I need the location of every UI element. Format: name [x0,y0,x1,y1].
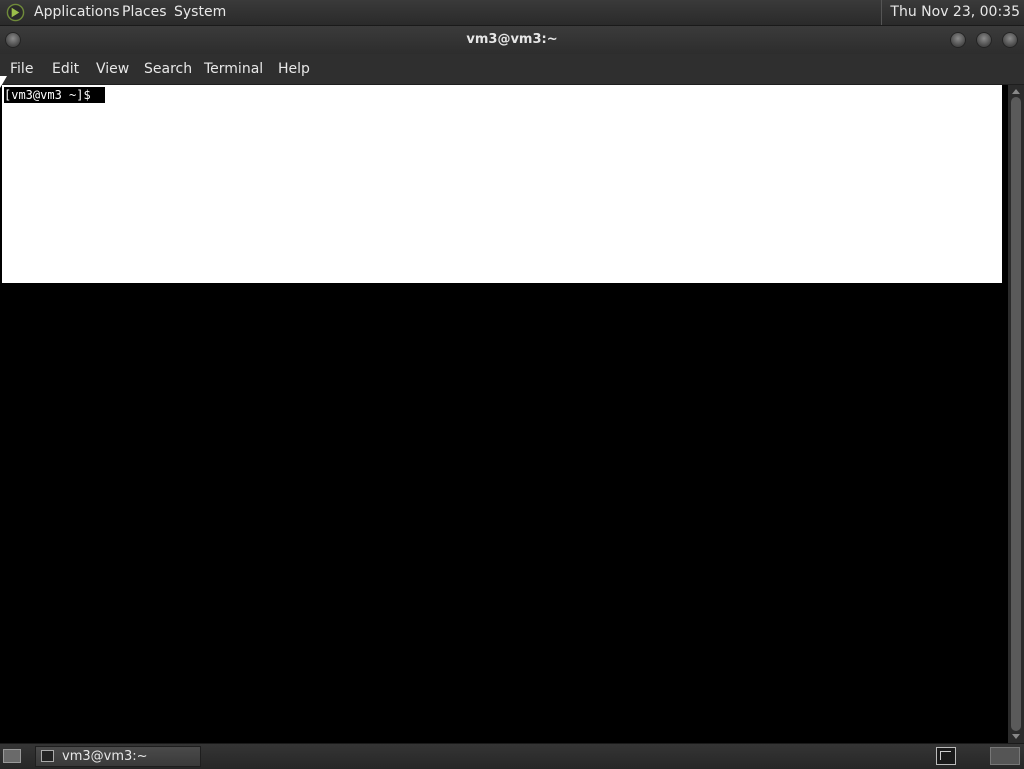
menu-search[interactable]: Search [144,54,192,84]
terminal-rendered-area [2,85,1002,283]
maximize-button[interactable] [976,32,992,48]
workspace-switcher[interactable] [990,747,1020,765]
terminal-view[interactable]: [vm3@vm3 ~]$ [0,85,1008,743]
mouse-cursor-icon [0,76,7,88]
system-menu[interactable]: System [174,0,226,25]
window-titlebar[interactable]: vm3@vm3:~ [0,26,1024,54]
taskbar-window-label: vm3@vm3:~ [62,749,148,764]
minimize-button[interactable] [950,32,966,48]
menu-file[interactable]: File [10,54,33,84]
scroll-down-arrow-icon[interactable] [1012,734,1020,739]
scrollbar-thumb[interactable] [1011,97,1021,731]
terminal-menubar: File Edit View Search Terminal Help [0,54,1024,85]
bottom-panel: vm3@vm3:~ [0,743,1024,769]
show-desktop-icon[interactable] [3,749,21,763]
terminal-scrollbar[interactable] [1008,85,1024,743]
distro-logo-icon[interactable] [6,3,25,22]
menu-edit[interactable]: Edit [52,54,79,84]
shell-prompt: [vm3@vm3 ~]$ [4,87,105,103]
tray-terminal-icon[interactable] [936,747,956,765]
terminal-icon [41,750,54,762]
window-title: vm3@vm3:~ [466,32,558,47]
top-panel: Applications Places System Thu Nov 23, 0… [0,0,1024,26]
scroll-up-arrow-icon[interactable] [1012,89,1020,94]
menu-view[interactable]: View [96,54,129,84]
close-button[interactable] [1002,32,1018,48]
applications-menu[interactable]: Applications [34,0,120,25]
menu-terminal[interactable]: Terminal [204,54,263,84]
clock[interactable]: Thu Nov 23, 00:35 [881,0,1020,25]
places-menu[interactable]: Places [122,0,167,25]
menu-help[interactable]: Help [278,54,310,84]
taskbar-window-button[interactable]: vm3@vm3:~ [35,746,201,767]
